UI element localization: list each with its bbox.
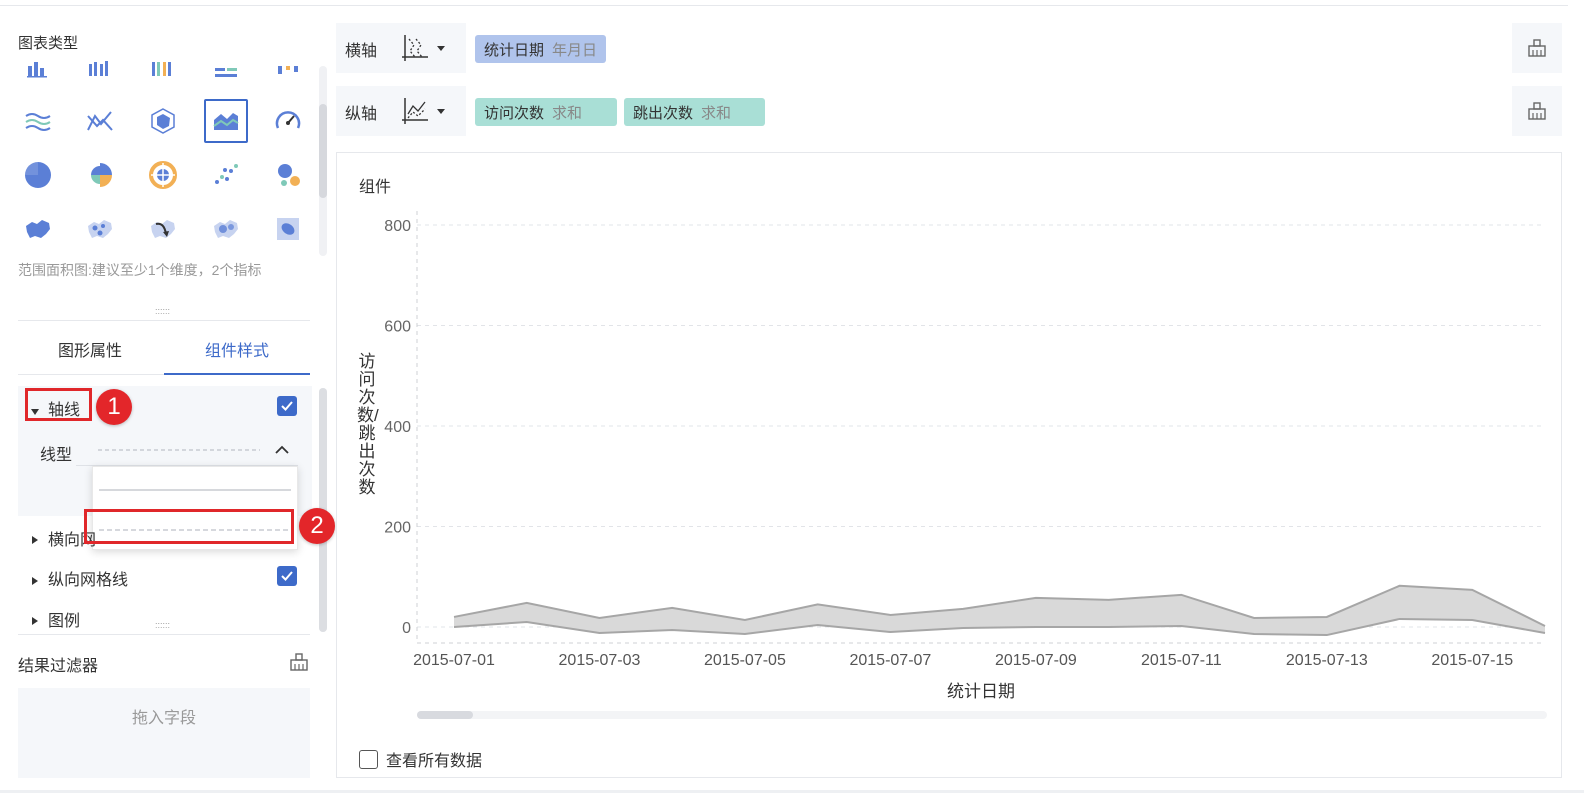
resize-handle[interactable]: :::::: [155,620,170,630]
wave-line-icon[interactable] [16,99,60,143]
bottom-border [0,790,1584,793]
x-axis-title: 统计日期 [947,682,1015,701]
y-tick-label: 400 [384,419,411,436]
y-tick-label: 600 [384,319,411,336]
heat-map-icon[interactable] [204,207,248,251]
result-filter-title: 结果过滤器 [18,658,99,675]
chart-type-grid [14,60,310,256]
tab-component-style[interactable]: 组件样式 [205,337,269,361]
gauge-icon[interactable] [266,99,310,143]
property-tabs: 图形属性 组件样式 [18,321,310,375]
expand-triangle-icon[interactable] [32,572,38,589]
chart-type-row [14,99,310,145]
radar-chart-icon[interactable] [141,99,185,143]
view-all-data[interactable]: 查看所有数据 [359,747,482,771]
clear-brush-icon[interactable] [289,653,309,671]
legend-label[interactable]: 图例 [48,607,80,631]
region-map-icon[interactable] [16,207,60,251]
chart-horizontal-scrollbar[interactable] [417,711,1547,719]
line-type-select[interactable] [76,436,298,466]
field-aggregation: 求和 [552,104,583,122]
active-tab-indicator [164,373,310,375]
tab-graph-properties[interactable]: 图形属性 [58,337,122,361]
chart-type-row [14,153,310,199]
x-tick-label: 2015-07-09 [995,652,1077,669]
y-axis-label: 纵轴 [345,106,378,123]
field-name: 跳出次数 [633,104,694,122]
stacked-bar-icon[interactable] [141,60,185,90]
x-tick-label: 2015-07-15 [1431,652,1513,669]
field-name: 统计日期 [484,41,545,59]
grouped-bar-icon[interactable] [78,60,122,90]
chart-type-row [14,207,310,253]
x-tick-label: 2015-07-03 [559,652,641,669]
clear-brush-icon[interactable] [1512,86,1562,136]
chart-type-title: 图表类型 [18,35,79,52]
filter-drop-zone[interactable]: 拖入字段 [18,688,310,778]
range-area-icon[interactable] [204,99,248,143]
horizontal-bar-icon[interactable] [204,60,248,90]
x-axis-field-area[interactable]: 统计日期 年月日 [466,23,1512,73]
drop-field-hint: 拖入字段 [131,710,196,727]
scatter-icon[interactable] [204,153,248,197]
solid-line-option[interactable] [99,489,291,491]
range-area-chart: 0 200 400 600 800 2015-07-01 2015-07-03 2015-07… [384,211,1546,701]
x-tick-label: 2015-07-11 [1141,652,1222,669]
line-type-label: 线型 [40,447,73,464]
field-name: 访问次数 [484,104,545,122]
pie-chart-icon[interactable] [16,153,60,197]
x-field-pill[interactable]: 统计日期 年月日 [475,35,607,63]
bar-chart-icon[interactable] [16,60,60,90]
flow-map-icon[interactable] [141,207,185,251]
x-axis-label: 横轴 [345,43,378,60]
chart-type-hint: 范围面积图:建议至少1个维度，2个指标 [18,262,262,278]
resize-handle[interactable]: :::::: [155,306,170,316]
y-field-pill[interactable]: 跳出次数 求和 [624,98,765,126]
chart-component: 组件 访问次数/跳出次数 0 200 400 600 800 2015-07-01 2015… [336,152,1562,778]
dot-bar-icon[interactable] [266,60,310,90]
chart-type-row [14,60,310,92]
x-axis-dropdown-caret[interactable] [437,46,445,51]
x-tick-label: 2015-07-07 [849,652,931,669]
line-chart-icon[interactable] [78,99,122,143]
chart-type-scrollbar[interactable] [319,66,327,256]
custom-map-icon[interactable] [266,207,310,251]
axis-line-checkbox[interactable] [277,396,297,416]
x-tick-label: 2015-07-13 [1286,652,1368,669]
highlight-box-dashed-option [84,509,294,544]
y-axis-type-icon[interactable] [400,96,430,126]
y-axis-dropdown-caret[interactable] [437,109,445,114]
view-all-label: 查看所有数据 [386,753,483,770]
y-tick-label: 800 [384,218,411,235]
field-aggregation: 年月日 [552,41,598,59]
y-axis-bar: 纵轴 访问次数 求和 跳出次数 求和 [336,86,1562,136]
x-axis-bar: 横轴 统计日期 年月日 [336,23,1562,73]
divider [18,634,310,635]
chevron-up-icon [275,445,289,454]
highlight-box-axis-line [25,388,92,421]
sunburst-icon[interactable] [141,153,185,197]
step-marker-1: 1 [96,389,132,425]
expand-triangle-icon[interactable] [32,531,38,548]
y-tick-label: 0 [402,620,411,637]
y-tick-label: 200 [384,520,411,537]
vertical-grid-label[interactable]: 纵向网格线 [48,566,128,590]
field-aggregation: 求和 [701,104,732,122]
clear-brush-icon[interactable] [1512,23,1562,73]
vertical-grid-checkbox[interactable] [277,566,297,586]
expand-triangle-icon[interactable] [32,612,38,629]
scrollbar-thumb[interactable] [417,711,473,719]
x-tick-label: 2015-07-01 [413,652,495,669]
x-tick-label: 2015-07-05 [704,652,786,669]
point-map-icon[interactable] [78,207,122,251]
rose-chart-icon[interactable] [78,153,122,197]
y-field-pill[interactable]: 访问次数 求和 [475,98,617,126]
y-axis-field-area[interactable]: 访问次数 求和 跳出次数 求和 [466,86,1512,136]
left-panel: 图表类型 范围面积图:建议至少1个维度，2个指标:::::: 图形属性 组件样… [0,0,335,802]
x-axis-type-icon[interactable] [400,33,430,63]
view-all-checkbox[interactable] [359,749,378,769]
bubble-icon[interactable] [266,153,310,197]
step-marker-2: 2 [299,508,335,544]
